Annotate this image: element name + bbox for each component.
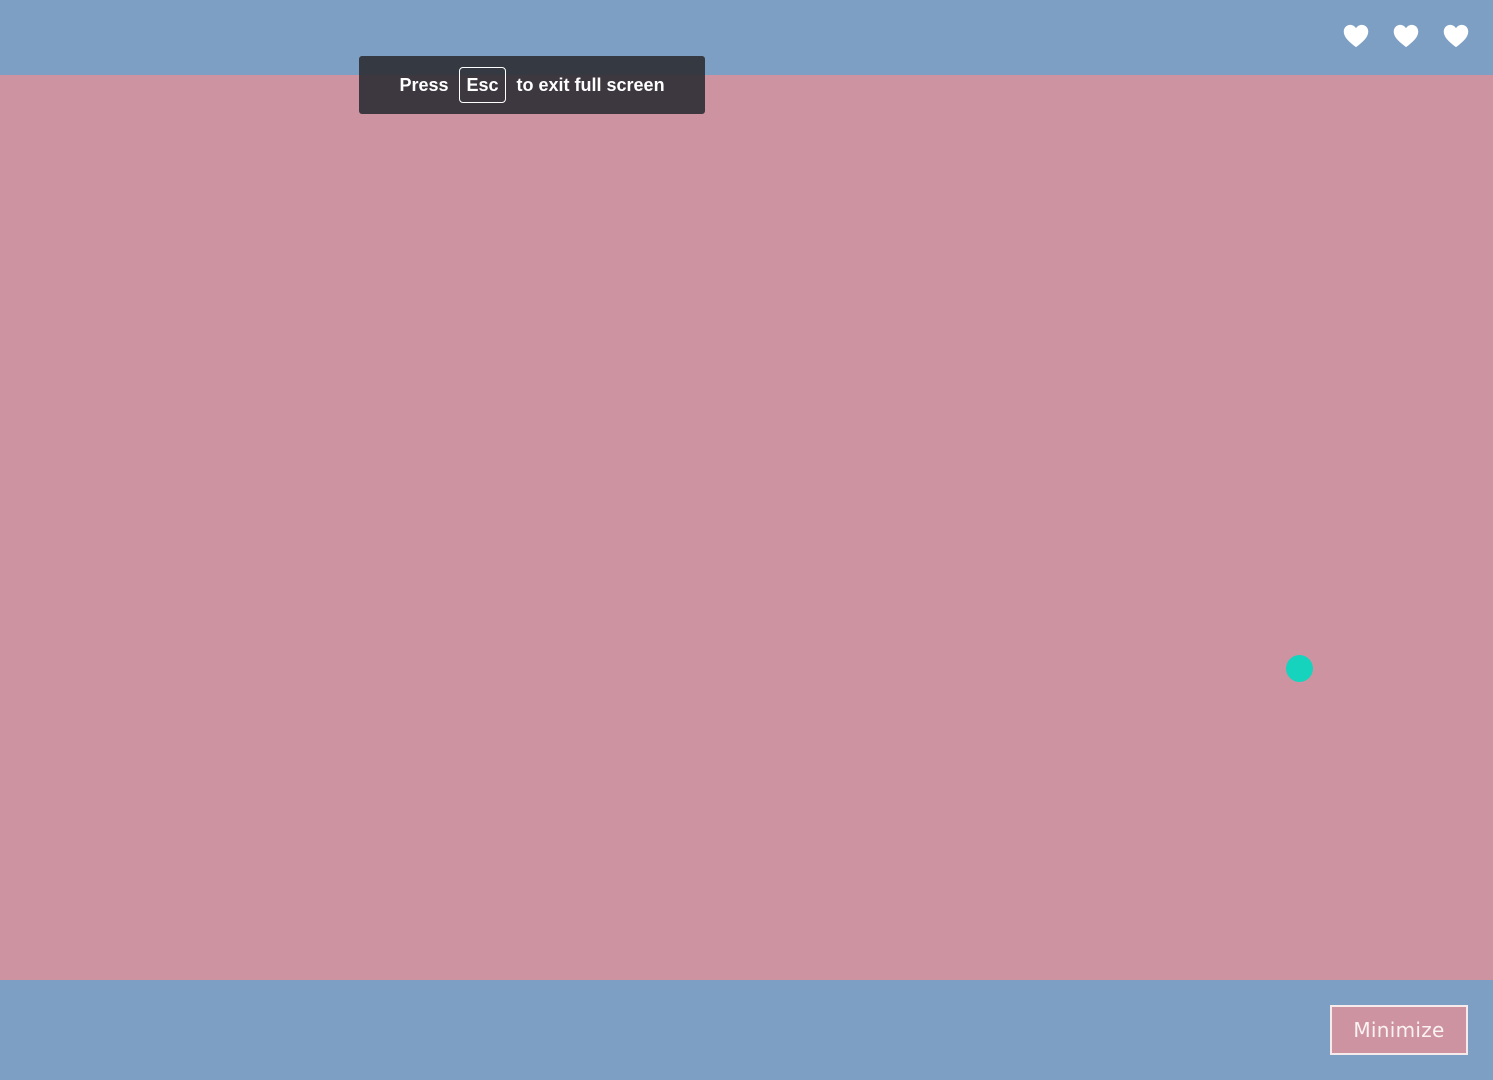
top-bar — [0, 0, 1493, 75]
lives-indicator — [1342, 22, 1470, 50]
toast-suffix: to exit full screen — [516, 74, 665, 95]
fullscreen-exit-toast: Press Esc to exit full screen — [359, 56, 705, 114]
ball[interactable] — [1286, 655, 1313, 682]
heart-icon — [1343, 24, 1369, 48]
minimize-button[interactable]: Minimize — [1330, 1005, 1468, 1055]
heart-icon — [1393, 24, 1419, 48]
esc-key-badge: Esc — [459, 67, 506, 103]
play-area[interactable] — [0, 75, 1493, 980]
heart-icon — [1443, 24, 1469, 48]
bottom-bar — [0, 980, 1493, 1080]
game-screen: Minimize Press Esc to exit full screen — [0, 0, 1493, 1080]
toast-prefix: Press — [399, 74, 449, 95]
